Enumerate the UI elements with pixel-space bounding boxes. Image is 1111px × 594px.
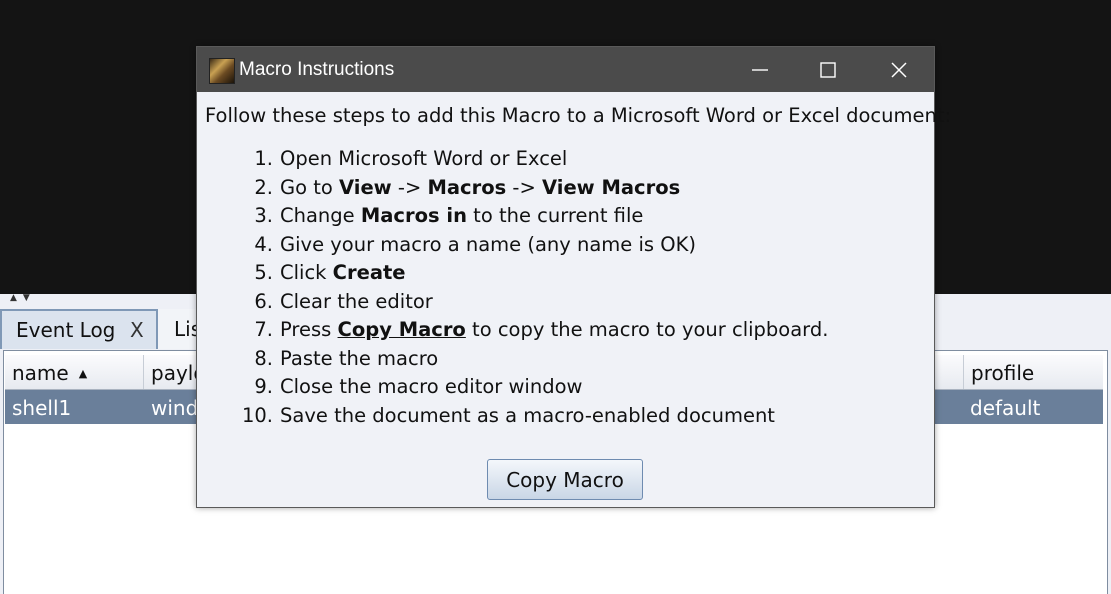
step-keyword: View [339, 175, 392, 199]
step-text-part: -> [391, 175, 428, 199]
copy-macro-link[interactable]: Copy Macro [338, 318, 466, 341]
minimize-icon[interactable] [725, 47, 795, 92]
step-text-part: Save the document as a macro-enabled doc… [280, 403, 775, 427]
tab-label: Event Log [16, 318, 116, 342]
step-number: 3. [254, 204, 273, 227]
step-number: 7. [254, 318, 273, 341]
step-text: Go to View -> Macros -> View Macros [280, 176, 680, 199]
step-text-part: Go to [280, 175, 340, 199]
cell-name: shell1 [12, 396, 72, 420]
step-text: Close the macro editor window [280, 375, 582, 398]
step-text-part: Clear the editor [280, 289, 433, 313]
macro-instructions-dialog: Macro Instructions Follow these steps to… [196, 46, 951, 508]
step-text: Save the document as a macro-enabled doc… [280, 404, 775, 427]
step-number: 8. [254, 346, 273, 370]
column-header-name[interactable]: name ▲ [5, 355, 144, 389]
cell-profile: default [970, 396, 1041, 420]
sort-ascending-icon: ▲ [78, 367, 88, 380]
step-text-part: Paste the macro [280, 346, 439, 370]
step-number: 10. [241, 403, 273, 427]
copy-macro-button[interactable]: Copy Macro [487, 459, 643, 500]
step-text: Press Copy Macro to copy the macro to yo… [280, 318, 828, 341]
step-number: 6. [254, 289, 273, 313]
tab-close-icon[interactable]: X [130, 318, 144, 342]
column-header-payload[interactable]: paylo [144, 355, 206, 389]
split-arrows-icon[interactable]: ▲▼ [10, 293, 36, 303]
step-number: 5. [254, 261, 273, 284]
step-number: 1. [254, 147, 273, 170]
step-keyword: View Macros [542, 175, 681, 199]
step-keyword: Macros [427, 175, 507, 199]
window-title: Macro Instructions [239, 59, 395, 80]
step-text-part: Close the macro editor window [280, 375, 583, 398]
step-text-part: to the current file [466, 204, 644, 227]
step-text-part: Press [280, 318, 338, 341]
dialog-content: Follow these steps to add this Macro to … [197, 92, 951, 507]
step-text: Clear the editor [280, 290, 433, 313]
step-number: 2. [254, 175, 273, 199]
close-icon[interactable] [864, 47, 934, 92]
step-number: 4. [254, 232, 273, 256]
step-text-part: Change [280, 204, 361, 227]
step-text-part: Click [280, 261, 333, 284]
column-header-profile[interactable]: profile [963, 355, 1103, 389]
step-keyword: Create [332, 261, 406, 284]
app-icon [209, 58, 235, 84]
step-text: Give your macro a name (any name is OK) [280, 233, 696, 256]
step-text-part: -> [506, 175, 543, 199]
instructions-intro: Follow these steps to add this Macro to … [205, 104, 952, 127]
step-text: Paste the macro [280, 347, 438, 370]
step-number: 9. [254, 375, 273, 398]
step-text-part: to copy the macro to your clipboard. [465, 318, 829, 341]
maximize-icon[interactable] [793, 47, 863, 92]
step-text-part: Open Microsoft Word or Excel [280, 147, 568, 170]
step-text: Click Create [280, 261, 406, 284]
step-keyword: Macros in [360, 204, 467, 227]
step-text-part: Give your macro a name (any name is OK) [280, 232, 697, 256]
title-bar[interactable]: Macro Instructions [197, 47, 934, 92]
step-text: Change Macros in to the current file [280, 204, 643, 227]
tab-event-log[interactable]: Event Log X [0, 309, 158, 349]
step-text: Open Microsoft Word or Excel [280, 147, 567, 170]
